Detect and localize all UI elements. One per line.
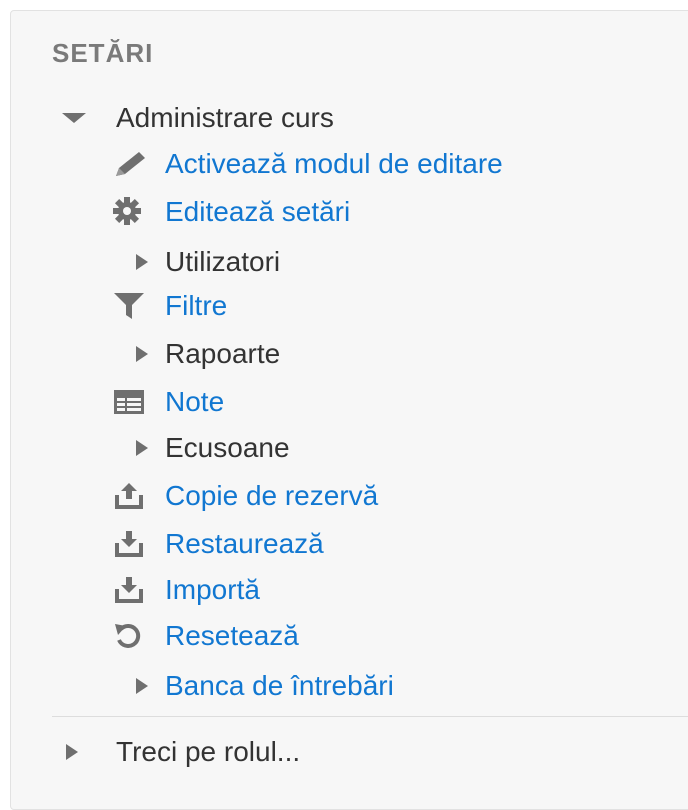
menu-branch-badges[interactable]: Ecusoane bbox=[112, 426, 290, 470]
menu-item-label: Banca de întrebări bbox=[165, 670, 394, 701]
menu-item-label: Resetează bbox=[165, 620, 299, 651]
menu-item-turn-editing-on[interactable]: Activează modul de editare bbox=[112, 142, 503, 186]
tree-root-label: Administrare curs bbox=[116, 102, 334, 133]
caret-right-icon bbox=[62, 737, 98, 767]
reset-icon bbox=[112, 621, 152, 651]
upload-icon bbox=[112, 481, 152, 511]
menu-item-label: Restaurează bbox=[165, 528, 324, 559]
caret-right-icon bbox=[112, 433, 152, 463]
menu-branch-switch-role[interactable]: Treci pe rolul... bbox=[62, 730, 300, 774]
menu-branch-question-bank[interactable]: Banca de întrebări bbox=[112, 664, 394, 708]
table-icon bbox=[112, 387, 152, 417]
menu-item-label: Activează modul de editare bbox=[165, 148, 503, 179]
menu-item-filters[interactable]: Filtre bbox=[112, 284, 227, 328]
filter-icon bbox=[112, 291, 152, 321]
tree-root-course-administration[interactable]: Administrare curs bbox=[62, 96, 334, 140]
menu-branch-reports[interactable]: Rapoarte bbox=[112, 332, 280, 376]
menu-item-label: Copie de rezervă bbox=[165, 480, 379, 511]
menu-item-label: Utilizatori bbox=[165, 246, 281, 277]
menu-item-label: Filtre bbox=[165, 290, 228, 321]
menu-item-restore[interactable]: Restaurează bbox=[112, 522, 324, 566]
download-icon bbox=[112, 575, 152, 605]
menu-item-reset[interactable]: Resetează bbox=[112, 614, 299, 658]
menu-item-label: Note bbox=[165, 386, 225, 417]
section-divider bbox=[52, 716, 688, 717]
menu-item-backup[interactable]: Copie de rezervă bbox=[112, 474, 378, 518]
menu-branch-users[interactable]: Utilizatori bbox=[112, 240, 280, 284]
caret-right-icon bbox=[112, 339, 152, 369]
pencil-icon bbox=[112, 149, 152, 179]
menu-item-edit-settings[interactable]: Editează setări bbox=[112, 190, 350, 234]
menu-item-import[interactable]: Importă bbox=[112, 568, 260, 612]
caret-right-icon bbox=[112, 671, 152, 701]
menu-item-label: Ecusoane bbox=[165, 432, 290, 463]
menu-item-label: Treci pe rolul... bbox=[116, 736, 301, 767]
gear-icon bbox=[112, 197, 152, 227]
menu-item-label: Importă bbox=[165, 574, 260, 605]
caret-right-icon bbox=[112, 247, 152, 277]
block-title: SETĂRI bbox=[52, 38, 154, 68]
caret-down-icon bbox=[62, 103, 98, 133]
download-icon bbox=[112, 529, 152, 559]
menu-item-label: Rapoarte bbox=[165, 338, 281, 369]
menu-item-label: Editează setări bbox=[165, 196, 351, 227]
menu-item-grades[interactable]: Note bbox=[112, 380, 224, 424]
